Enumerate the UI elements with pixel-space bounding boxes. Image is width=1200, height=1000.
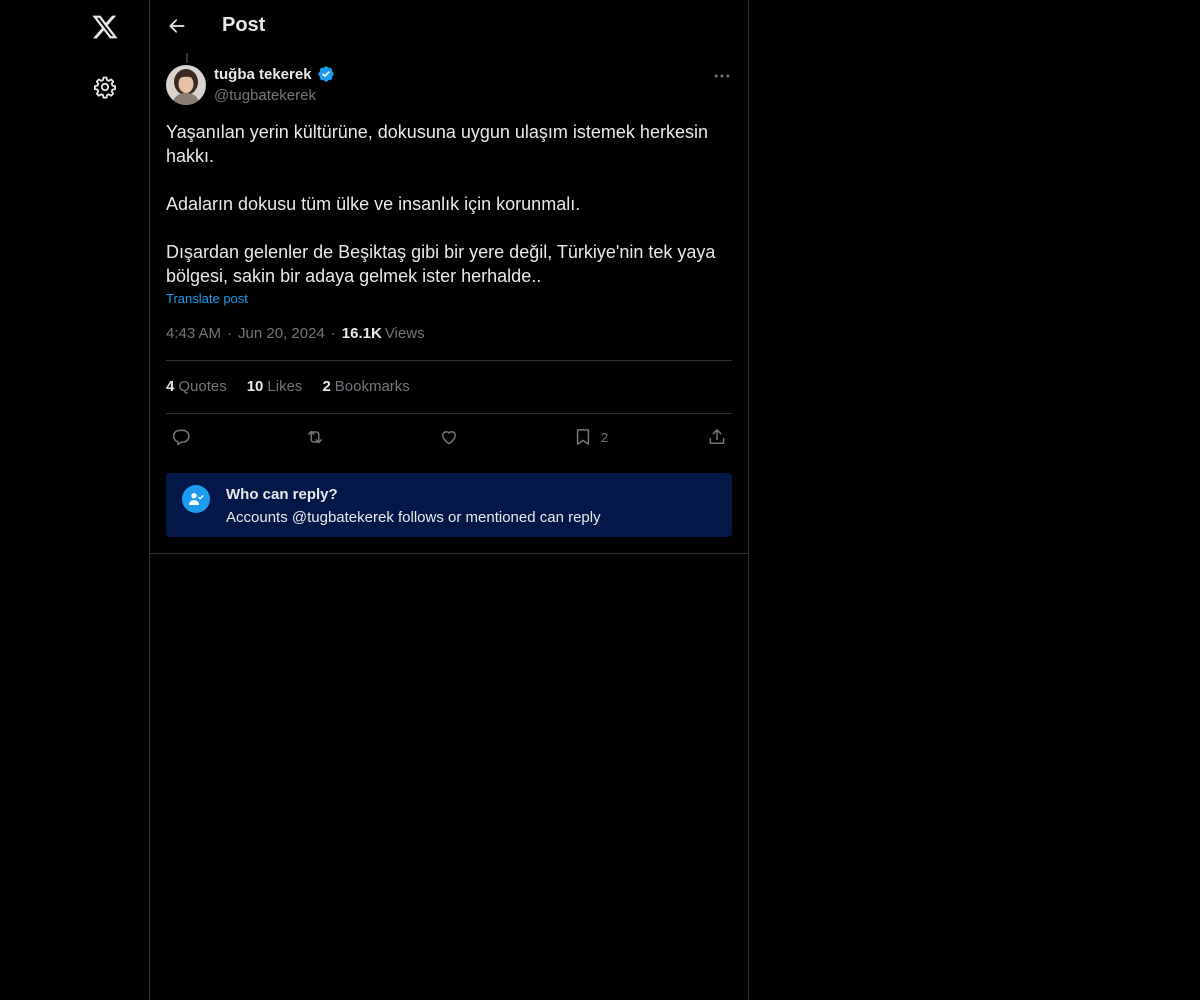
left-nav — [0, 0, 150, 1000]
bookmarks-stat[interactable]: 2 Bookmarks — [322, 378, 409, 395]
author-name[interactable]: tuğba tekerek — [214, 65, 335, 83]
views-count: 16.1K — [341, 325, 382, 342]
main-column: Post tuğba tekerek @tugbatekerek Yaşanıl… — [149, 0, 749, 1000]
quotes-stat[interactable]: 4 Quotes — [166, 378, 227, 395]
avatar[interactable] — [166, 65, 206, 105]
x-logo-icon[interactable] — [91, 13, 119, 41]
likes-stat[interactable]: 10 Likes — [247, 378, 303, 395]
arrow-left-icon[interactable] — [167, 16, 187, 36]
like-button[interactable] — [439, 425, 459, 449]
reply-restriction-description: Accounts @tugbatekerek follows or mentio… — [226, 509, 601, 526]
post-date[interactable]: Jun 20, 2024 — [238, 325, 325, 342]
post-time[interactable]: 4:43 AM — [166, 325, 221, 342]
reply-restriction-banner: Who can reply? Accounts @tugbatekerek fo… — [166, 473, 732, 537]
views-label: Views — [384, 325, 425, 342]
post-paragraph: Dışardan gelenler de Beşiktaş gibi bir y… — [166, 242, 716, 286]
author-handle[interactable]: @tugbatekerek — [214, 87, 316, 104]
reply-restriction-title: Who can reply? — [226, 486, 338, 503]
bookmarks-label: Bookmarks — [334, 378, 410, 395]
post-meta: 4:43 AM · Jun 20, 2024 · 16.1K Views — [166, 325, 425, 342]
share-button[interactable] — [707, 425, 727, 449]
more-horizontal-icon[interactable] — [712, 66, 732, 86]
quotes-count: 4 — [166, 378, 175, 395]
heart-icon — [442, 431, 456, 445]
likes-count: 10 — [246, 378, 264, 395]
post-stats: 4 Quotes 10 Likes 2 Bookmarks — [166, 378, 410, 395]
post-paragraph: Adaların dokusu tüm ülke ve insanlık içi… — [166, 194, 581, 214]
page-header: Post — [150, 0, 748, 53]
reply-icon — [172, 429, 190, 446]
divider — [166, 413, 732, 414]
action-bar: 2 — [166, 425, 732, 449]
verified-badge-icon — [317, 66, 334, 82]
repost-icon — [308, 430, 322, 444]
quotes-label: Quotes — [178, 378, 227, 395]
gear-icon[interactable] — [93, 75, 117, 99]
bookmark-button[interactable]: 2 — [573, 425, 608, 449]
reply-button[interactable] — [171, 425, 191, 449]
bookmark-icon — [576, 429, 590, 445]
translate-post-link[interactable]: Translate post — [166, 291, 248, 306]
divider — [166, 360, 732, 361]
likes-label: Likes — [267, 378, 303, 395]
bookmark-count: 2 — [601, 429, 609, 445]
thread-line — [186, 53, 188, 63]
author-name-text[interactable]: tuğba tekerek — [214, 66, 312, 83]
repost-button[interactable] — [305, 425, 325, 449]
share-icon — [709, 429, 725, 444]
post-text: Yaşanılan yerin kültürüne, dokusuna uygu… — [166, 120, 732, 288]
divider — [150, 553, 748, 554]
page-title: Post — [222, 14, 266, 36]
post-paragraph: Yaşanılan yerin kültürüne, dokusuna uygu… — [166, 122, 708, 166]
separator-dot: · — [227, 325, 233, 342]
separator-dot: · — [330, 325, 336, 342]
user-check-icon — [182, 485, 210, 513]
bookmarks-count: 2 — [322, 378, 331, 395]
